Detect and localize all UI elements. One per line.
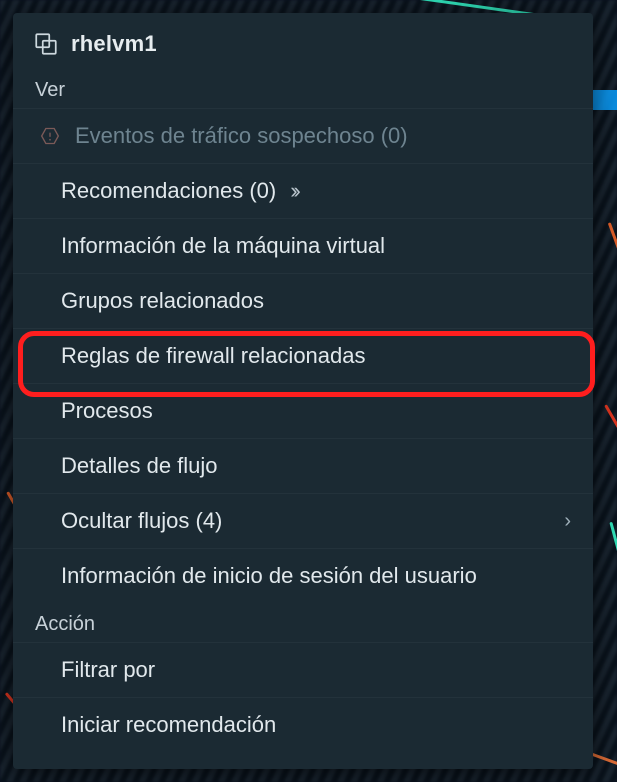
menu-item-label: Grupos relacionados — [61, 288, 264, 314]
menu-item-vm-info[interactable]: Información de la máquina virtual — [13, 218, 593, 273]
menu-item-filter-by[interactable]: Filtrar por — [13, 642, 593, 697]
menu-item-recommendations[interactable]: Recomendaciones (0) ›› — [13, 163, 593, 218]
menu-item-label: Filtrar por — [61, 657, 155, 683]
double-chevron-right-icon: ›› — [290, 178, 297, 204]
section-label-ver: Ver — [13, 71, 593, 108]
panel-header: rhelvm1 — [13, 13, 593, 71]
menu-item-label: Reglas de firewall relacionadas — [61, 343, 366, 369]
menu-item-label: Recomendaciones (0) — [61, 178, 276, 204]
menu-item-hide-flows[interactable]: Ocultar flujos (4) › — [13, 493, 593, 548]
chevron-right-icon: › — [564, 510, 571, 533]
menu-item-flow-details[interactable]: Detalles de flujo — [13, 438, 593, 493]
panel-title: rhelvm1 — [71, 31, 157, 57]
context-menu-panel: rhelvm1 Ver Eventos de tráfico sospechos… — [13, 13, 593, 769]
alert-hex-icon — [39, 125, 61, 147]
menu-item-related-groups[interactable]: Grupos relacionados — [13, 273, 593, 328]
menu-item-processes[interactable]: Procesos — [13, 383, 593, 438]
menu-item-label: Información de la máquina virtual — [61, 233, 385, 259]
menu-item-label: Ocultar flujos (4) — [61, 508, 222, 534]
section-label-accion: Acción — [13, 603, 593, 642]
vm-stack-icon — [35, 33, 57, 55]
menu-item-label: Iniciar recomendación — [61, 712, 276, 738]
menu-item-suspicious-traffic[interactable]: Eventos de tráfico sospechoso (0) — [13, 108, 593, 163]
menu-item-label: Procesos — [61, 398, 153, 424]
menu-item-label: Detalles de flujo — [61, 453, 218, 479]
menu-item-label: Información de inicio de sesión del usua… — [61, 563, 477, 589]
menu-item-start-recommendation[interactable]: Iniciar recomendación — [13, 697, 593, 752]
menu-item-login-info[interactable]: Información de inicio de sesión del usua… — [13, 548, 593, 603]
menu-item-label: Eventos de tráfico sospechoso (0) — [75, 123, 408, 149]
menu-item-firewall-rules[interactable]: Reglas de firewall relacionadas — [13, 328, 593, 383]
